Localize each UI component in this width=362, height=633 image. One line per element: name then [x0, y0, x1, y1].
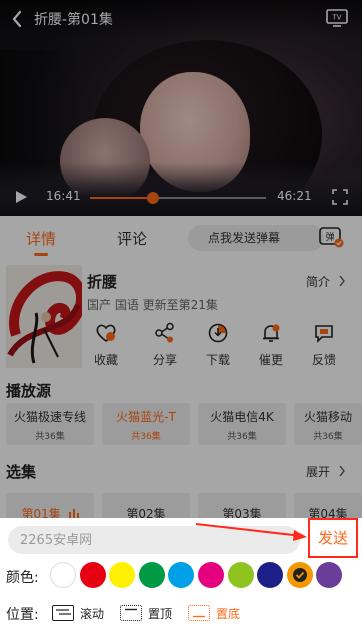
video-player[interactable]: 折腰-第01集 TV 16:41 46:21 — [0, 0, 362, 216]
download-icon — [208, 323, 228, 343]
svg-text:TV: TV — [331, 14, 341, 22]
position-option-label: 滚动 — [80, 606, 105, 621]
danmu-toggle-icon[interactable]: 弹 — [318, 225, 344, 249]
tab-bar: 详情 评论 点我发送弹幕 弹 — [0, 216, 362, 260]
color-swatch[interactable] — [79, 562, 106, 588]
tab-underline — [34, 253, 48, 256]
source-count: 共36集 — [131, 432, 161, 442]
progress-fill — [90, 197, 154, 199]
action-label: 下载 — [205, 353, 230, 367]
episodes-title: 选集 — [6, 463, 37, 481]
player-controls: 16:41 46:21 — [0, 178, 362, 216]
source-card-selected[interactable]: 火猫蓝光-T 共36集 — [102, 403, 190, 445]
action-label: 反馈 — [311, 353, 336, 367]
color-swatch[interactable] — [109, 562, 136, 588]
position-top-option[interactable]: 置顶 — [120, 602, 172, 624]
color-swatch[interactable] — [257, 562, 284, 588]
position-option-label: 置顶 — [148, 606, 173, 621]
tab-comments[interactable]: 评论 — [117, 228, 147, 249]
bell-icon — [263, 324, 280, 342]
share-icon — [155, 322, 174, 343]
player-top-bar: 折腰-第01集 TV — [0, 0, 362, 38]
check-icon — [292, 568, 307, 582]
action-label: 分享 — [152, 353, 177, 367]
position-bottom-option[interactable]: 置底 — [188, 602, 240, 624]
heart-icon — [96, 324, 116, 343]
action-label: 收藏 — [93, 353, 118, 367]
bottom-position-icon — [188, 605, 210, 621]
chevron-right-icon[interactable] — [338, 275, 346, 287]
action-label: 催更 — [258, 353, 283, 367]
share-button[interactable]: 分享 — [145, 320, 185, 368]
duration-time: 46:21 — [277, 189, 312, 203]
color-swatch[interactable] — [198, 562, 224, 588]
chevron-left-icon — [12, 10, 22, 28]
sources-title: 播放源 — [6, 382, 52, 400]
source-count: 共36集 — [227, 432, 257, 442]
source-count: 共36集 — [313, 432, 343, 442]
color-swatch[interactable] — [286, 562, 313, 588]
show-meta: 国产 国语 更新至第21集 — [87, 298, 218, 312]
show-poster[interactable] — [6, 265, 82, 368]
danmu-send-field[interactable]: 点我发送弹幕 — [188, 225, 324, 251]
source-name: 火猫电信4K — [210, 410, 274, 424]
source-name: 火猫移动 — [303, 410, 352, 424]
video-title: 折腰-第01集 — [34, 12, 113, 28]
back-button[interactable] — [0, 0, 34, 38]
poster-art — [6, 265, 82, 368]
feedback-button[interactable]: 反馈 — [304, 320, 344, 368]
top-position-icon — [120, 605, 142, 621]
urge-update-button[interactable]: 催更 — [251, 320, 291, 368]
expand-link[interactable]: 展开 — [306, 463, 330, 480]
intro-link[interactable]: 简介 — [306, 273, 330, 290]
tab-details[interactable]: 详情 — [26, 228, 56, 249]
source-name: 火猫极速专线 — [13, 410, 86, 424]
position-label: 位置: — [6, 607, 39, 623]
source-count: 共36集 — [35, 432, 65, 442]
progress-bar[interactable] — [90, 192, 266, 204]
tv-cast-icon[interactable]: TV — [326, 9, 348, 27]
source-name: 火猫蓝光-T — [116, 410, 176, 424]
position-scroll-option[interactable]: 滚动 — [52, 602, 104, 624]
source-card[interactable]: 火猫电信4K 共36集 — [198, 403, 286, 445]
feedback-icon — [315, 325, 333, 343]
send-button[interactable]: 发送 — [308, 518, 358, 558]
source-card[interactable]: 火猫移动 共36集 — [294, 403, 362, 445]
chevron-right-icon[interactable] — [338, 465, 346, 477]
position-option-label: 置底 — [216, 606, 241, 621]
svg-text:弹: 弹 — [325, 231, 334, 243]
color-swatch[interactable] — [138, 562, 165, 588]
download-button[interactable]: 下载 — [198, 320, 238, 368]
color-label: 颜色: — [6, 570, 39, 586]
scroll-position-icon — [52, 605, 74, 621]
action-row: 收藏 分享 下载 催更 反馈 — [86, 320, 356, 368]
current-time: 16:41 — [46, 189, 81, 203]
color-swatch[interactable] — [227, 562, 254, 588]
color-swatch[interactable] — [50, 562, 76, 588]
fullscreen-icon[interactable] — [332, 189, 348, 205]
play-icon[interactable] — [14, 190, 28, 204]
show-title: 折腰 — [87, 273, 118, 291]
favorite-button[interactable]: 收藏 — [86, 320, 126, 368]
danmu-input[interactable] — [8, 526, 300, 554]
source-card[interactable]: 火猫极速专线 共36集 — [6, 403, 94, 445]
progress-thumb[interactable] — [147, 192, 160, 204]
